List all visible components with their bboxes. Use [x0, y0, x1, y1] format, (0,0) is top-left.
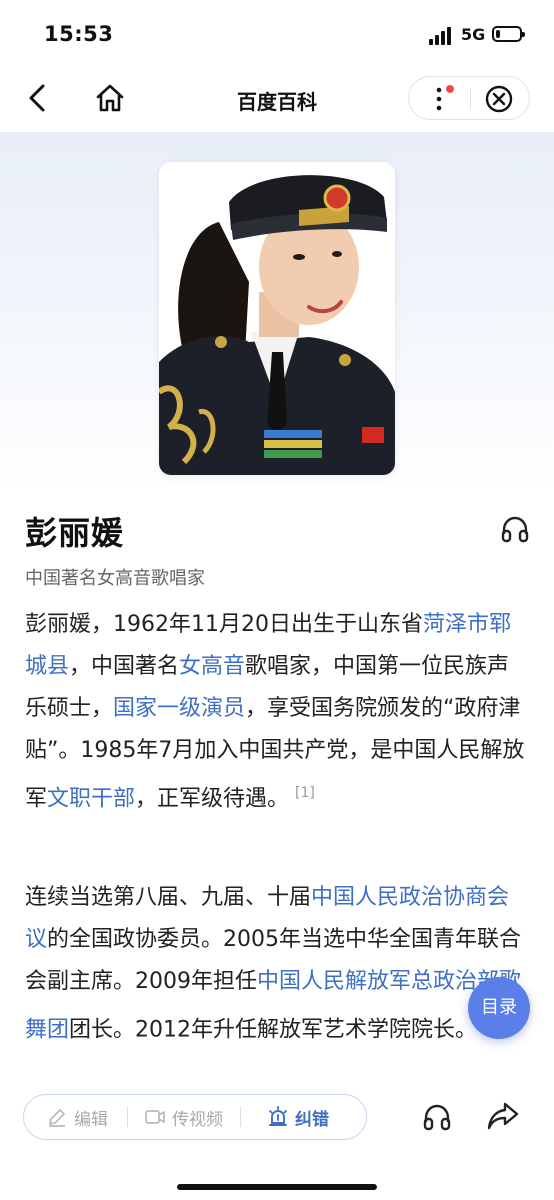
- edit-tools-pill: 编辑 传视频 纠错: [23, 1094, 367, 1140]
- upload-video-button[interactable]: 传视频: [144, 1095, 223, 1139]
- paragraph-text: 团长。2012年升任解放军艺术学院院长。: [69, 1017, 478, 1043]
- network-type: 5G: [461, 25, 486, 44]
- battery-level: [496, 30, 500, 38]
- headphones-icon[interactable]: [500, 514, 530, 544]
- bottom-toolbar: 编辑 传视频 纠错: [0, 1084, 554, 1200]
- toolbar-divider: [240, 1107, 241, 1127]
- share-icon[interactable]: [486, 1100, 520, 1132]
- entry-link[interactable]: 女高音: [179, 654, 245, 679]
- more-icon[interactable]: [429, 85, 455, 113]
- summary-paragraph-2: 连续当选第八届、九届、十届中国人民政治协商会议的全国政协委员。2005年当选中华…: [25, 877, 531, 1051]
- report-error-label: 纠错: [295, 1109, 329, 1130]
- toolbar-divider: [127, 1107, 128, 1127]
- entry-link[interactable]: 文职干部: [47, 786, 135, 811]
- alarm-icon: [269, 1106, 287, 1126]
- paragraph-text: 彭丽媛，1962年11月20日出生于山东省: [25, 612, 423, 637]
- nav-bar: 百度百科: [0, 64, 554, 132]
- status-time: 15:53: [44, 22, 114, 46]
- toc-button[interactable]: 目录: [468, 977, 530, 1039]
- capsule-divider: [470, 89, 471, 109]
- summary-paragraph-1: 彭丽媛，1962年11月20日出生于山东省菏泽市郓城县，中国著名女高音歌唱家，中…: [25, 604, 531, 820]
- mini-program-capsule: [408, 76, 530, 120]
- video-camera-icon: [145, 1110, 165, 1124]
- close-icon[interactable]: [485, 85, 513, 113]
- status-bar: 15:53 5G: [0, 0, 554, 64]
- portrait-photo[interactable]: [159, 162, 395, 475]
- report-error-button[interactable]: 纠错: [267, 1095, 329, 1139]
- citation-ref[interactable]: [1]: [295, 785, 315, 801]
- edit-button[interactable]: 编辑: [46, 1095, 108, 1139]
- entry-title: 彭丽媛: [25, 514, 125, 552]
- battery-icon: [492, 26, 525, 42]
- paragraph-text: ，正军级待遇。: [135, 786, 290, 812]
- edit-label: 编辑: [74, 1109, 108, 1130]
- pencil-icon: [49, 1109, 65, 1127]
- upload-video-label: 传视频: [172, 1109, 223, 1130]
- paragraph-text: ，中国著名: [69, 654, 180, 679]
- signal-icon: [429, 27, 455, 45]
- paragraph-text: 连续当选第八届、九届、十届: [25, 885, 312, 910]
- entry-link[interactable]: 国家一级演员: [113, 696, 245, 721]
- entry-subtitle: 中国著名女高音歌唱家: [25, 568, 205, 589]
- home-indicator: [177, 1184, 377, 1190]
- hero-header: [0, 132, 554, 492]
- listen-headphones-icon[interactable]: [422, 1102, 452, 1132]
